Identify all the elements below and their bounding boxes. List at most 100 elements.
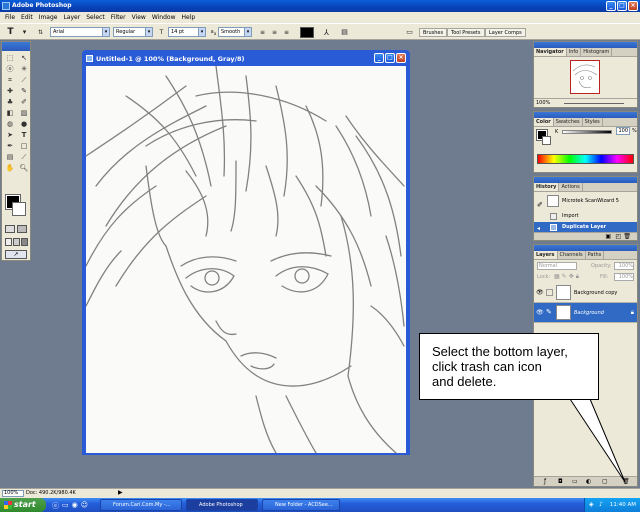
eyedropper-tool-icon[interactable]: ⟋ (18, 152, 30, 162)
menu-window[interactable]: Window (149, 12, 179, 23)
quicklaunch-desktop-icon[interactable]: ▭ (62, 501, 69, 511)
new-snapshot-icon[interactable]: ◰ (615, 233, 621, 240)
menu-image[interactable]: Image (36, 12, 61, 23)
screen-mode-standard-icon[interactable] (5, 238, 12, 246)
navigator-zoom-value[interactable]: 100% (536, 100, 550, 106)
layer-row-background[interactable]: 👁︎ ✎ Background 🔒︎ (534, 303, 637, 323)
history-item-import[interactable]: Import (534, 211, 637, 222)
quicklaunch-ie-icon[interactable]: ⓔ (52, 501, 59, 511)
menu-help[interactable]: Help (179, 12, 199, 23)
menu-view[interactable]: View (129, 12, 149, 23)
tab-actions[interactable]: Actions (559, 183, 583, 191)
lock-all-icon[interactable]: 🔒︎ (576, 273, 579, 281)
hand-tool-icon[interactable]: ✋ (4, 163, 16, 173)
jump-to-imageready-icon[interactable]: ↗ (5, 250, 27, 259)
character-palette-icon[interactable]: ▤ (340, 28, 349, 37)
tab-channels[interactable]: Channels (558, 251, 586, 259)
clone-stamp-tool-icon[interactable]: ♣ (4, 97, 16, 107)
taskbar-button-photoshop[interactable]: Adobe Photoshop (186, 499, 258, 511)
background-color-swatch[interactable] (12, 202, 26, 216)
menu-filter[interactable]: Filter (108, 12, 129, 23)
standard-mode-icon[interactable] (5, 225, 15, 233)
doc-maximize-button[interactable]: □ (385, 53, 395, 63)
dodge-tool-icon[interactable]: ● (18, 119, 30, 129)
status-zoom-input[interactable]: 100% (2, 490, 24, 497)
well-brushes[interactable]: Brushes (419, 28, 448, 37)
crop-tool-icon[interactable]: ⌗ (4, 75, 16, 85)
font-size-select[interactable]: 14 pt ▾ (168, 27, 206, 37)
well-layer-comps[interactable]: Layer Comps (485, 28, 526, 37)
tab-info[interactable]: Info (567, 48, 582, 56)
font-style-select[interactable]: Regular ▾ (113, 27, 153, 37)
font-family-select[interactable]: Arial ▾ (50, 27, 110, 37)
slice-tool-icon[interactable]: ⟋ (18, 75, 30, 85)
align-left-icon[interactable]: ≡ (258, 28, 267, 37)
menu-file[interactable]: File (2, 12, 18, 23)
doc-minimize-button[interactable]: _ (374, 53, 384, 63)
minimize-button[interactable]: _ (606, 1, 616, 11)
lock-image-icon[interactable]: ✎ (562, 273, 567, 281)
zoom-tool-icon[interactable]: 🔍︎ (18, 163, 30, 173)
well-tool-presets[interactable]: Tool Presets (447, 28, 485, 37)
marquee-tool-icon[interactable]: ⬚ (4, 53, 16, 63)
opacity-input[interactable]: 100% (614, 262, 634, 270)
doc-close-button[interactable]: × (396, 53, 406, 63)
tray-volume-icon[interactable]: ♪ (599, 498, 603, 512)
text-color-swatch[interactable] (300, 27, 314, 38)
tab-layers[interactable]: Layers (534, 251, 558, 259)
history-item-snapshot[interactable]: ✐ Microtek ScanWizard 5 (534, 193, 637, 210)
lock-transparent-icon[interactable]: ▦ (554, 273, 560, 281)
tab-styles[interactable]: Styles (583, 118, 603, 126)
navigator-zoom-slider[interactable] (564, 103, 624, 104)
align-center-icon[interactable]: ≡ (270, 28, 279, 37)
magic-wand-tool-icon[interactable]: ✳ (18, 64, 30, 74)
maximize-button[interactable]: □ (617, 1, 627, 11)
antialias-select[interactable]: Smooth ▾ (218, 27, 252, 37)
screen-mode-full-menu-icon[interactable] (13, 238, 20, 246)
lock-position-icon[interactable]: ✥ (569, 273, 574, 281)
layer-row-background-copy[interactable]: 👁︎ Background copy (534, 283, 637, 303)
type-tool-icon[interactable]: T (18, 130, 30, 140)
menu-layer[interactable]: Layer (60, 12, 83, 23)
tab-history[interactable]: History (534, 183, 560, 191)
color-k-slider[interactable] (562, 130, 612, 134)
close-button[interactable]: × (628, 1, 638, 11)
notes-tool-icon[interactable]: ▤ (4, 152, 16, 162)
brush-tool-icon[interactable]: ✎ (18, 86, 30, 96)
color-spectrum-ramp[interactable] (537, 154, 634, 164)
type-tool-icon[interactable]: T (6, 28, 15, 37)
quicklaunch-msn-icon[interactable]: ☺ (81, 501, 88, 511)
text-orientation-icon[interactable]: ⇅ (36, 28, 45, 37)
taskbar-button-forum[interactable]: Forum.Cari.Com.My -... (100, 499, 182, 511)
eraser-tool-icon[interactable]: ◧ (4, 108, 16, 118)
new-document-from-state-icon[interactable]: ▣ (605, 233, 611, 240)
menu-edit[interactable]: Edit (18, 12, 36, 23)
path-selection-tool-icon[interactable]: ➤ (4, 130, 16, 140)
tab-paths[interactable]: Paths (586, 251, 605, 259)
tab-color[interactable]: Color (534, 118, 554, 126)
tab-histogram[interactable]: Histogram (581, 48, 613, 56)
blur-tool-icon[interactable]: ◍ (4, 119, 16, 129)
taskbar-button-acdsee[interactable]: New Folder - ACDSee... (262, 499, 340, 511)
blend-mode-select[interactable]: Normal (537, 262, 577, 270)
navigator-thumbnail[interactable] (570, 60, 600, 94)
quicklaunch-media-icon[interactable]: ◉ (72, 501, 78, 511)
layer-style-icon[interactable]: ƒ (544, 478, 546, 485)
history-brush-tool-icon[interactable]: ✐ (18, 97, 30, 107)
tray-network-icon[interactable]: ◈ (589, 498, 594, 512)
menu-select[interactable]: Select (83, 12, 108, 23)
align-right-icon[interactable]: ≡ (282, 28, 291, 37)
screen-mode-full-icon[interactable] (21, 238, 28, 246)
tab-navigator[interactable]: Navigator (534, 48, 567, 56)
tool-preset-picker-icon[interactable]: ▾ (20, 28, 29, 37)
move-tool-icon[interactable]: ↖ (18, 53, 30, 63)
status-menu-arrow-icon[interactable]: ▶ (118, 489, 123, 496)
file-browser-icon[interactable]: ▭ (405, 28, 414, 37)
color-k-input[interactable]: 100 (616, 127, 630, 135)
shape-tool-icon[interactable]: □ (18, 141, 30, 151)
gradient-tool-icon[interactable]: ▨ (18, 108, 30, 118)
warp-text-icon[interactable]: ⅄ (322, 28, 331, 37)
document-canvas[interactable] (86, 66, 406, 453)
tab-swatches[interactable]: Swatches (554, 118, 583, 126)
eye-icon[interactable]: 👁︎ (536, 289, 544, 296)
